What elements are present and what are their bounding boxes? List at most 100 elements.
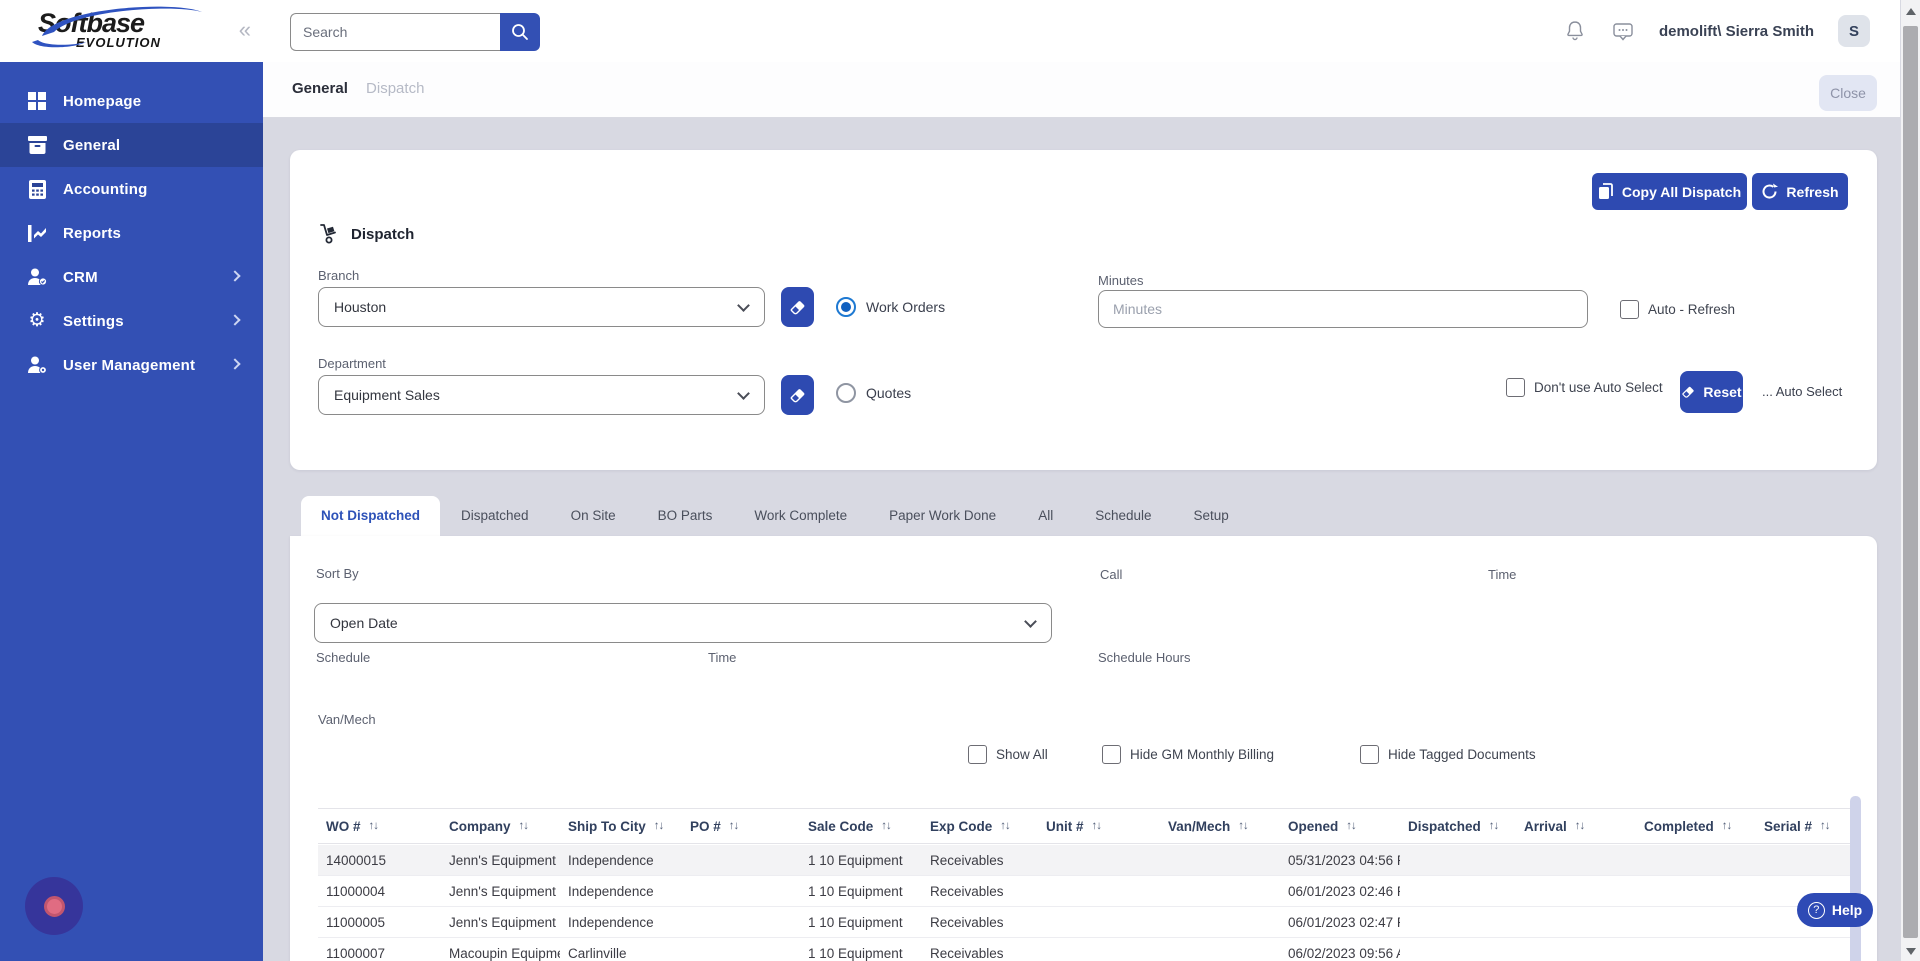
sidebar-item-settings[interactable]: ⚙ Settings xyxy=(0,299,263,343)
table-vertical-scrollbar[interactable] xyxy=(1850,796,1861,961)
sort-arrows-icon[interactable]: ↑↓ xyxy=(519,820,529,832)
column-header-exp-code[interactable]: Exp Code↑↓ xyxy=(922,819,1038,834)
quotes-radio[interactable]: Quotes xyxy=(836,383,911,403)
tab-setup[interactable]: Setup xyxy=(1173,496,1250,536)
notifications-bell-icon[interactable] xyxy=(1563,19,1587,43)
table-row[interactable]: 14000015 Jenn's Equipment Co Independenc… xyxy=(318,845,1852,876)
cell-ship-to-city: Carlinville xyxy=(560,938,682,961)
sort-arrows-icon[interactable]: ↑↓ xyxy=(1238,820,1248,832)
work-orders-radio[interactable]: Work Orders xyxy=(836,297,945,317)
column-label: Completed xyxy=(1644,819,1714,834)
topbar-right: demolift\ Sierra Smith S xyxy=(1563,0,1870,62)
sidebar-item-reports[interactable]: Reports xyxy=(0,211,263,255)
sort-arrows-icon[interactable]: ↑↓ xyxy=(1000,820,1010,832)
tab-schedule[interactable]: Schedule xyxy=(1074,496,1172,536)
hide-gm-monthly-billing-checkbox-row[interactable]: Hide GM Monthly Billing xyxy=(1102,745,1274,764)
column-header-po[interactable]: PO #↑↓ xyxy=(682,819,800,834)
beacon-widget[interactable] xyxy=(25,877,83,935)
page-scrollbar[interactable] xyxy=(1901,0,1920,961)
cell-dispatched xyxy=(1400,845,1516,875)
tab-dispatched[interactable]: Dispatched xyxy=(440,496,550,536)
breadcrumb-dispatch[interactable]: Dispatch xyxy=(366,80,424,97)
scroll-up-icon[interactable] xyxy=(1906,8,1916,15)
user-name[interactable]: demolift\ Sierra Smith xyxy=(1659,23,1814,40)
tab-all[interactable]: All xyxy=(1017,496,1074,536)
checkbox-icon[interactable] xyxy=(1620,300,1639,319)
checkbox-icon[interactable] xyxy=(1506,378,1525,397)
branch-dropdown[interactable]: Houston xyxy=(318,287,765,327)
branch-clear-button[interactable] xyxy=(781,287,814,327)
cell-arrival xyxy=(1516,845,1636,875)
sort-arrows-icon[interactable]: ↑↓ xyxy=(1489,820,1499,832)
help-button[interactable]: ? Help xyxy=(1797,893,1873,927)
column-header-ship-to-city[interactable]: Ship To City↑↓ xyxy=(560,819,682,834)
tab-work-complete[interactable]: Work Complete xyxy=(733,496,868,536)
sidebar-item-user-management[interactable]: User Management xyxy=(0,343,263,387)
sort-arrows-icon[interactable]: ↑↓ xyxy=(654,820,664,832)
tab-not-dispatched[interactable]: Not Dispatched xyxy=(301,496,440,536)
reset-button[interactable]: Reset xyxy=(1680,371,1743,413)
chart-icon xyxy=(27,223,47,243)
column-header-arrival[interactable]: Arrival↑↓ xyxy=(1516,819,1636,834)
column-header-van-mech[interactable]: Van/Mech↑↓ xyxy=(1160,819,1280,834)
radio-unselected-icon xyxy=(836,383,856,403)
checkbox-icon[interactable] xyxy=(1360,745,1379,764)
tab-bo-parts[interactable]: BO Parts xyxy=(637,496,734,536)
cell-sale-code: 1 10 Equipment xyxy=(800,938,922,961)
checkbox-icon[interactable] xyxy=(968,745,987,764)
auto-refresh-checkbox-row[interactable]: Auto - Refresh xyxy=(1620,300,1735,319)
checkbox-icon[interactable] xyxy=(1102,745,1121,764)
sort-arrows-icon[interactable]: ↑↓ xyxy=(1722,820,1732,832)
tab-on-site[interactable]: On Site xyxy=(550,496,637,536)
sidebar-item-crm[interactable]: CRM xyxy=(0,255,263,299)
column-label: Company xyxy=(449,819,511,834)
show-all-checkbox-row[interactable]: Show All xyxy=(968,745,1048,764)
messages-chat-icon[interactable] xyxy=(1611,19,1635,43)
refresh-button[interactable]: Refresh xyxy=(1752,173,1848,210)
column-header-serial[interactable]: Serial #↑↓ xyxy=(1756,819,1844,834)
sort-arrows-icon[interactable]: ↑↓ xyxy=(1346,820,1356,832)
tab-paper-work-done[interactable]: Paper Work Done xyxy=(868,496,1017,536)
column-header-completed[interactable]: Completed ↑↓ xyxy=(1636,819,1756,834)
breadcrumb-general[interactable]: General xyxy=(292,80,348,97)
table-row[interactable]: 11000007 Macoupin Equipment Carlinville … xyxy=(318,938,1852,961)
sort-arrows-icon[interactable]: ↑↓ xyxy=(881,820,891,832)
column-header-sale-code[interactable]: Sale Code↑↓ xyxy=(800,819,922,834)
cell-completed xyxy=(1636,938,1756,961)
table-row[interactable]: 11000005 Jenn's Equipment Co Independenc… xyxy=(318,907,1852,938)
sidebar-collapse-icon[interactable]: « xyxy=(239,16,251,44)
column-header-unit[interactable]: Unit #↑↓ xyxy=(1038,819,1160,834)
department-clear-button[interactable] xyxy=(781,375,814,415)
column-header-opened[interactable]: Opened↑↓ xyxy=(1280,819,1400,834)
search-input[interactable] xyxy=(290,13,500,51)
sort-arrows-icon[interactable]: ↑↓ xyxy=(1575,820,1585,832)
cell-dispatched xyxy=(1400,876,1516,906)
sort-arrows-icon[interactable]: ↑↓ xyxy=(1820,820,1830,832)
logo-area: Softbase EVOLUTION « xyxy=(0,0,263,62)
sidebar-item-label: Accounting xyxy=(63,181,148,198)
sort-arrows-icon[interactable]: ↑↓ xyxy=(1092,820,1102,832)
avatar[interactable]: S xyxy=(1838,15,1870,47)
column-header-company[interactable]: Company ↑↓ xyxy=(441,819,560,834)
column-header-wo[interactable]: WO #↑↓ xyxy=(318,819,441,834)
sidebar-item-homepage[interactable]: Homepage xyxy=(0,79,263,123)
column-header-dispatched[interactable]: Dispatched↑↓ xyxy=(1400,819,1516,834)
cell-completed xyxy=(1636,876,1756,906)
scroll-down-icon[interactable] xyxy=(1906,948,1916,955)
cell-sale-code: 1 10 Equipment xyxy=(800,845,922,875)
sort-arrows-icon[interactable]: ↑↓ xyxy=(729,820,739,832)
sidebar-item-accounting[interactable]: Accounting xyxy=(0,167,263,211)
department-dropdown[interactable]: Equipment Sales xyxy=(318,375,765,415)
table-row[interactable]: 11000004 Jenn's Equipment Co Independenc… xyxy=(318,876,1852,907)
close-button[interactable]: Close xyxy=(1819,75,1877,111)
sort-arrows-icon[interactable]: ↑↓ xyxy=(369,820,379,832)
sort-by-dropdown[interactable]: Open Date xyxy=(314,603,1052,643)
sidebar-item-general[interactable]: General xyxy=(0,123,263,167)
dont-use-auto-select-checkbox-row[interactable]: Don't use Auto Select xyxy=(1506,378,1663,397)
hide-tagged-documents-checkbox-row[interactable]: Hide Tagged Documents xyxy=(1360,745,1536,764)
search-button[interactable] xyxy=(500,13,540,51)
minutes-input[interactable] xyxy=(1098,290,1588,328)
copy-all-dispatch-button[interactable]: Copy All Dispatch xyxy=(1592,173,1747,210)
scrollbar-thumb[interactable] xyxy=(1903,26,1918,938)
gear-icon: ⚙ xyxy=(27,311,47,331)
